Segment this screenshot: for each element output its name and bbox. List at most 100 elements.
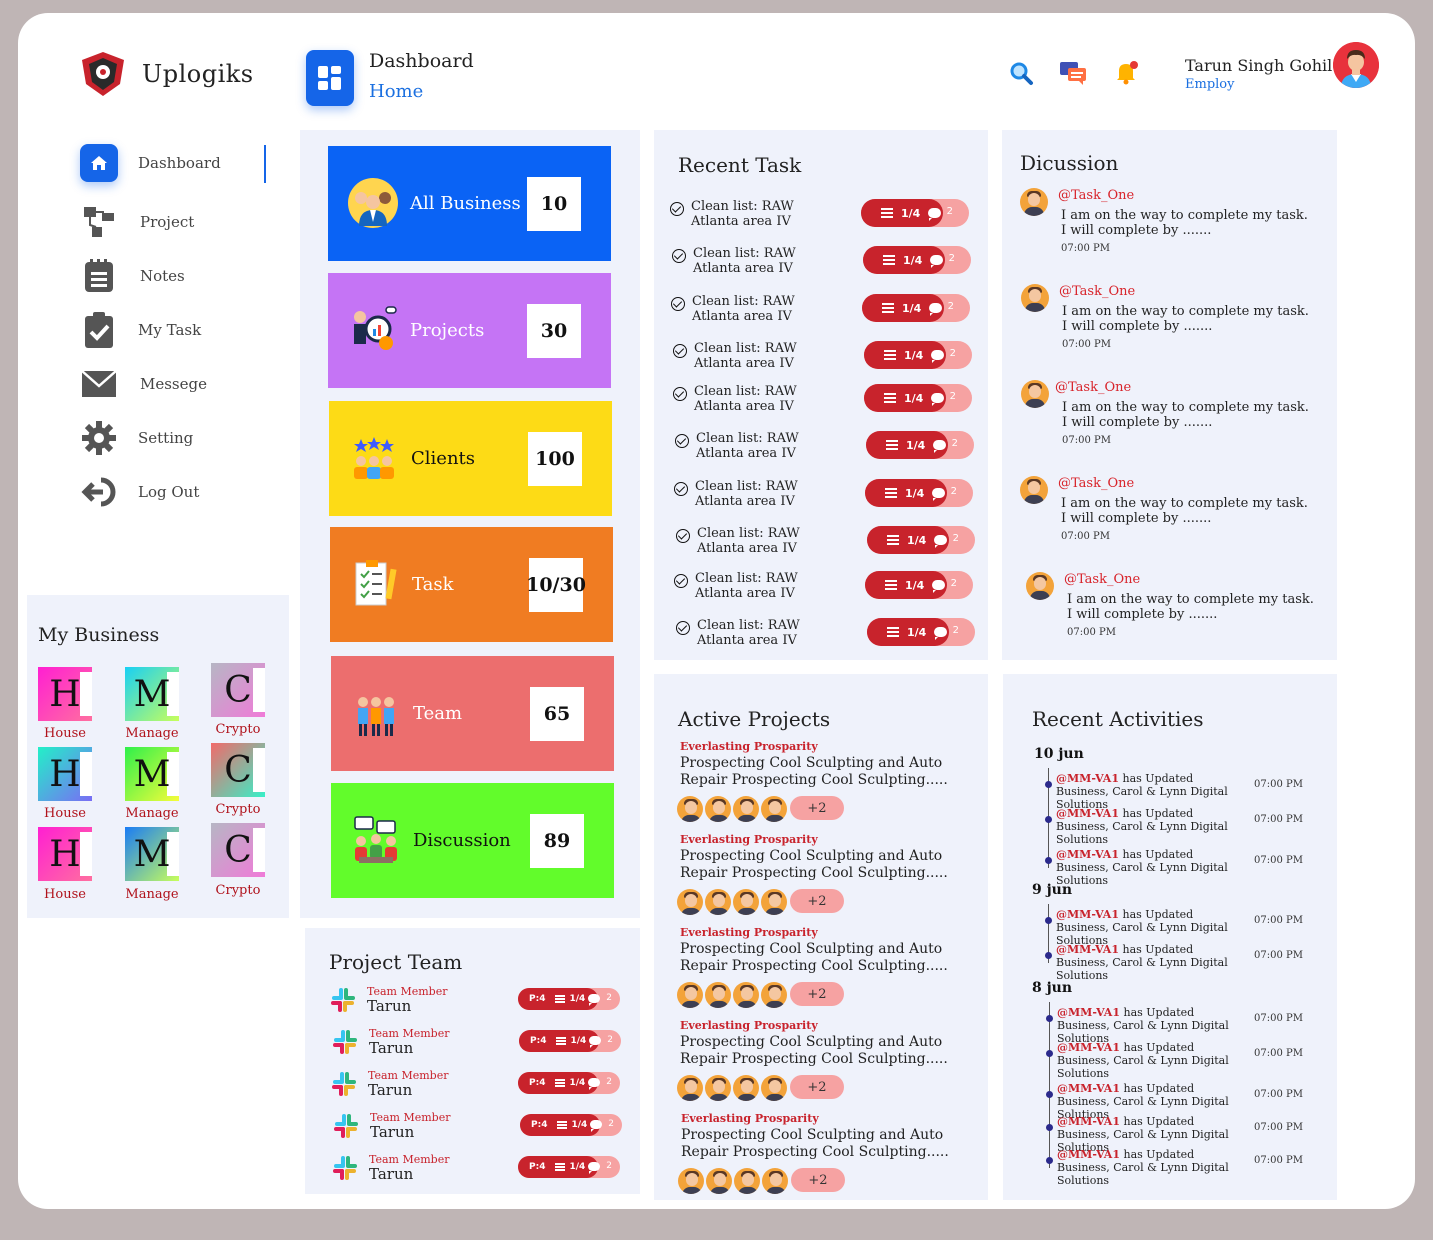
- activity-user[interactable]: @MM-VA1: [1056, 848, 1119, 861]
- stat-card-task[interactable]: Task 10/30: [330, 527, 613, 642]
- dashboard-grid-button[interactable]: [306, 50, 354, 106]
- stat-card-projects[interactable]: Projects 30: [328, 273, 611, 388]
- discussion-user[interactable]: @Task_One: [1055, 380, 1131, 395]
- business-tile-label: House: [44, 726, 86, 741]
- nav-item-logout[interactable]: Log Out: [80, 472, 270, 512]
- more-members-badge[interactable]: +2: [791, 1168, 845, 1192]
- discussion-avatar[interactable]: [1021, 284, 1049, 312]
- team-member-name[interactable]: Tarun: [369, 1039, 413, 1057]
- task-progress-pill[interactable]: 1/4 2: [863, 246, 971, 274]
- more-members-badge[interactable]: +2: [790, 796, 844, 820]
- breadcrumb[interactable]: Home: [369, 81, 423, 102]
- business-tile-crypto[interactable]: C: [211, 663, 265, 717]
- discussion-user[interactable]: @Task_One: [1058, 476, 1134, 491]
- team-member-name[interactable]: Tarun: [369, 1165, 413, 1183]
- slack-icon: [331, 1028, 359, 1056]
- home-icon: [80, 144, 118, 182]
- discussion-avatar[interactable]: [1020, 188, 1048, 216]
- discussion-user[interactable]: @Task_One: [1064, 572, 1140, 587]
- project-tag[interactable]: Everlasting Prosparity: [680, 926, 818, 939]
- project-tag[interactable]: Everlasting Prosparity: [680, 740, 818, 753]
- active-projects-title: Active Projects: [678, 707, 831, 731]
- task-title: Clean list: RAW Atlanta area IV: [691, 199, 794, 229]
- discussion-avatar[interactable]: [1026, 572, 1054, 600]
- activity-user[interactable]: @MM-VA1: [1056, 772, 1119, 785]
- task-progress-pill[interactable]: 1/4 2: [865, 479, 973, 507]
- discussion-user[interactable]: @Task_One: [1058, 188, 1134, 203]
- task-progress-pill[interactable]: 1/4 2: [866, 431, 974, 459]
- task-progress: 1/4: [861, 199, 943, 227]
- task-progress-pill[interactable]: 1/4 2: [867, 618, 975, 646]
- project-description: Prospecting Cool Sculpting and Auto Repa…: [680, 848, 948, 881]
- activity-user[interactable]: @MM-VA1: [1057, 1148, 1120, 1161]
- team-member-name[interactable]: Tarun: [367, 997, 411, 1015]
- project-description: Prospecting Cool Sculpting and Auto Repa…: [680, 1034, 948, 1067]
- task-progress-pill[interactable]: 1/4 2: [867, 526, 975, 554]
- business-tile-crypto[interactable]: C: [211, 823, 265, 877]
- task-title: Clean list: RAW Atlanta area IV: [695, 479, 798, 509]
- task-progress-pill[interactable]: 1/4 2: [862, 294, 970, 322]
- business-tile-house[interactable]: H: [38, 667, 92, 721]
- task-title: Clean list: RAW Atlanta area IV: [697, 618, 800, 648]
- task-title: Clean list: RAW Atlanta area IV: [695, 571, 798, 601]
- task-progress-pill[interactable]: 1/4 2: [864, 341, 972, 369]
- activity-user[interactable]: @MM-VA1: [1057, 1115, 1120, 1128]
- stat-card-discussion[interactable]: Discussion 89: [331, 783, 614, 898]
- activity-user[interactable]: @MM-VA1: [1056, 807, 1119, 820]
- team-progress-pill[interactable]: P:4 1/4 2: [518, 1156, 620, 1178]
- business-tile-manage[interactable]: M: [125, 827, 179, 881]
- team-progress-pill[interactable]: P:4 1/4 2: [520, 1114, 622, 1136]
- activity-user[interactable]: @MM-VA1: [1056, 908, 1119, 921]
- business-tile-crypto[interactable]: C: [211, 743, 265, 797]
- chat-icon[interactable]: [1059, 60, 1087, 86]
- activity-user[interactable]: @MM-VA1: [1057, 1082, 1120, 1095]
- activity-time: 07:00 PM: [1254, 855, 1303, 866]
- team-progress-pill[interactable]: P:4 1/4 2: [519, 1030, 621, 1052]
- business-tile-house[interactable]: H: [38, 827, 92, 881]
- user-avatar[interactable]: [1333, 42, 1379, 88]
- more-members-badge[interactable]: +2: [790, 982, 844, 1006]
- discussion-user[interactable]: @Task_One: [1059, 284, 1135, 299]
- team-member-name[interactable]: Tarun: [368, 1081, 412, 1099]
- timeline-dot: [1046, 1124, 1053, 1131]
- nav-label: Dashboard: [138, 154, 221, 172]
- activity-user[interactable]: @MM-VA1: [1057, 1041, 1120, 1054]
- business-tile-letter: C: [224, 749, 252, 791]
- discussion-message: I am on the way to complete my task. I w…: [1062, 400, 1309, 430]
- activity-user[interactable]: @MM-VA1: [1056, 943, 1119, 956]
- list-icon: [887, 627, 899, 637]
- task-progress-pill[interactable]: 1/4 2: [865, 571, 973, 599]
- stat-card-clients[interactable]: Clients 100: [329, 401, 612, 516]
- task-progress-pill[interactable]: 1/4 2: [861, 199, 969, 227]
- more-members-badge[interactable]: +2: [790, 1075, 844, 1099]
- project-tag[interactable]: Everlasting Prosparity: [681, 1112, 819, 1125]
- discussion-avatar[interactable]: [1021, 380, 1049, 408]
- discussion-avatar[interactable]: [1020, 476, 1048, 504]
- comment-icon: [590, 1120, 602, 1132]
- bell-icon[interactable]: [1113, 58, 1141, 86]
- team-member-name[interactable]: Tarun: [370, 1123, 414, 1141]
- more-members-badge[interactable]: +2: [790, 889, 844, 913]
- project-tag[interactable]: Everlasting Prosparity: [680, 833, 818, 846]
- business-tile-manage[interactable]: M: [125, 747, 179, 801]
- nav-item-dashboard[interactable]: Dashboard: [80, 143, 270, 183]
- stat-card-team[interactable]: Team 65: [331, 656, 614, 771]
- team-progress-pill[interactable]: P:4 1/4 2: [518, 1072, 620, 1094]
- team-progress-pill[interactable]: P:4 1/4 2: [518, 988, 620, 1010]
- list-icon: [556, 1037, 567, 1045]
- task-progress-pill[interactable]: 1/4 2: [864, 384, 972, 412]
- nav-item-project[interactable]: Project: [80, 202, 270, 242]
- nav-item-setting[interactable]: Setting: [80, 418, 270, 458]
- list-icon: [557, 1121, 568, 1129]
- activity-user[interactable]: @MM-VA1: [1057, 1006, 1120, 1019]
- business-tile-house[interactable]: H: [38, 747, 92, 801]
- nav-item-message[interactable]: Messege: [80, 364, 270, 404]
- nav-item-notes[interactable]: Notes: [80, 256, 270, 296]
- search-icon[interactable]: [1008, 60, 1034, 86]
- nav-item-my-task[interactable]: My Task: [80, 310, 270, 350]
- project-member-avatar: [733, 1075, 759, 1101]
- task-progress: 1/4: [867, 618, 949, 646]
- stat-card-all-business[interactable]: All Business 10: [328, 146, 611, 261]
- business-tile-manage[interactable]: M: [125, 667, 179, 721]
- project-tag[interactable]: Everlasting Prosparity: [680, 1019, 818, 1032]
